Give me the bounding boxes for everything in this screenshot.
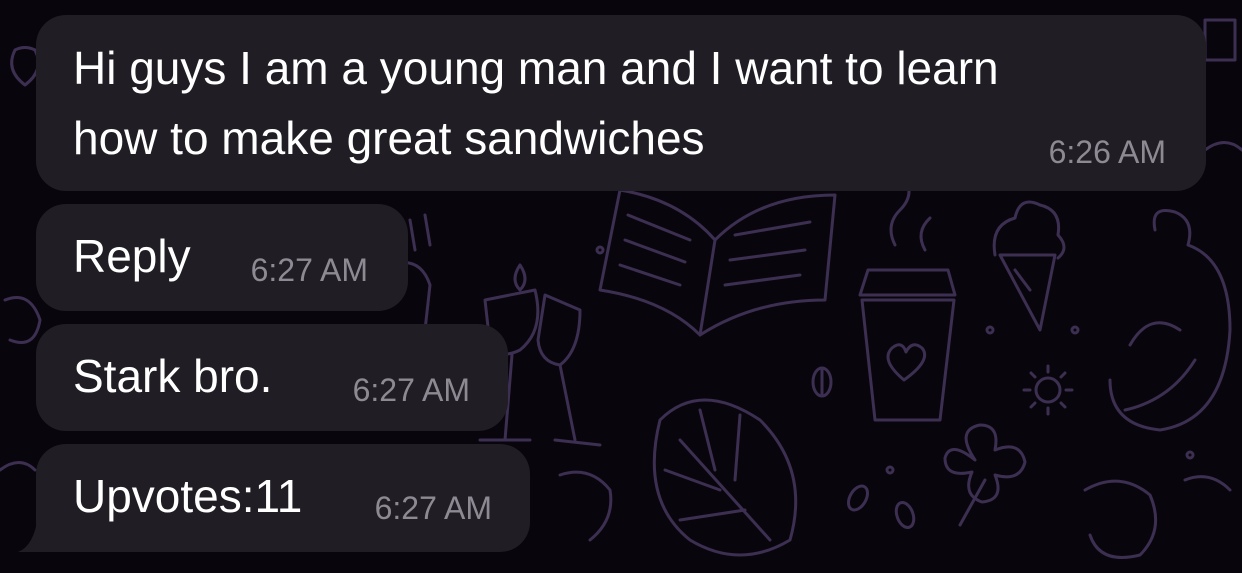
- message-timestamp: 6:27 AM: [250, 252, 368, 288]
- sun-icon: [1022, 364, 1074, 416]
- message-text-line: how to make great sandwiches: [73, 112, 705, 164]
- bubble-tail: [18, 516, 56, 552]
- duck-icon: [1108, 209, 1232, 432]
- message-timestamp: 6:26 AM: [1048, 134, 1166, 170]
- clover-icon: [943, 423, 1027, 527]
- message-bubble[interactable]: Upvotes:11 6:27 AM: [36, 444, 530, 552]
- coffee-bean-icon: [811, 366, 916, 530]
- message-timestamp: 6:27 AM: [352, 372, 470, 408]
- book-icon: [598, 188, 837, 337]
- ice-cream-icon: [992, 200, 1066, 332]
- message-bubble[interactable]: Stark bro. 6:27 AM: [36, 324, 508, 431]
- leaf-icon: [652, 398, 798, 557]
- message-timestamp: 6:27 AM: [374, 490, 492, 526]
- message-text-line: Hi guys I am a young man and I want to l…: [73, 42, 999, 94]
- message-bubble[interactable]: Reply 6:27 AM: [36, 204, 408, 311]
- coffee-cup-icon: [858, 176, 957, 422]
- message-bubble[interactable]: Hi guys I am a young man and I want to l…: [36, 15, 1206, 191]
